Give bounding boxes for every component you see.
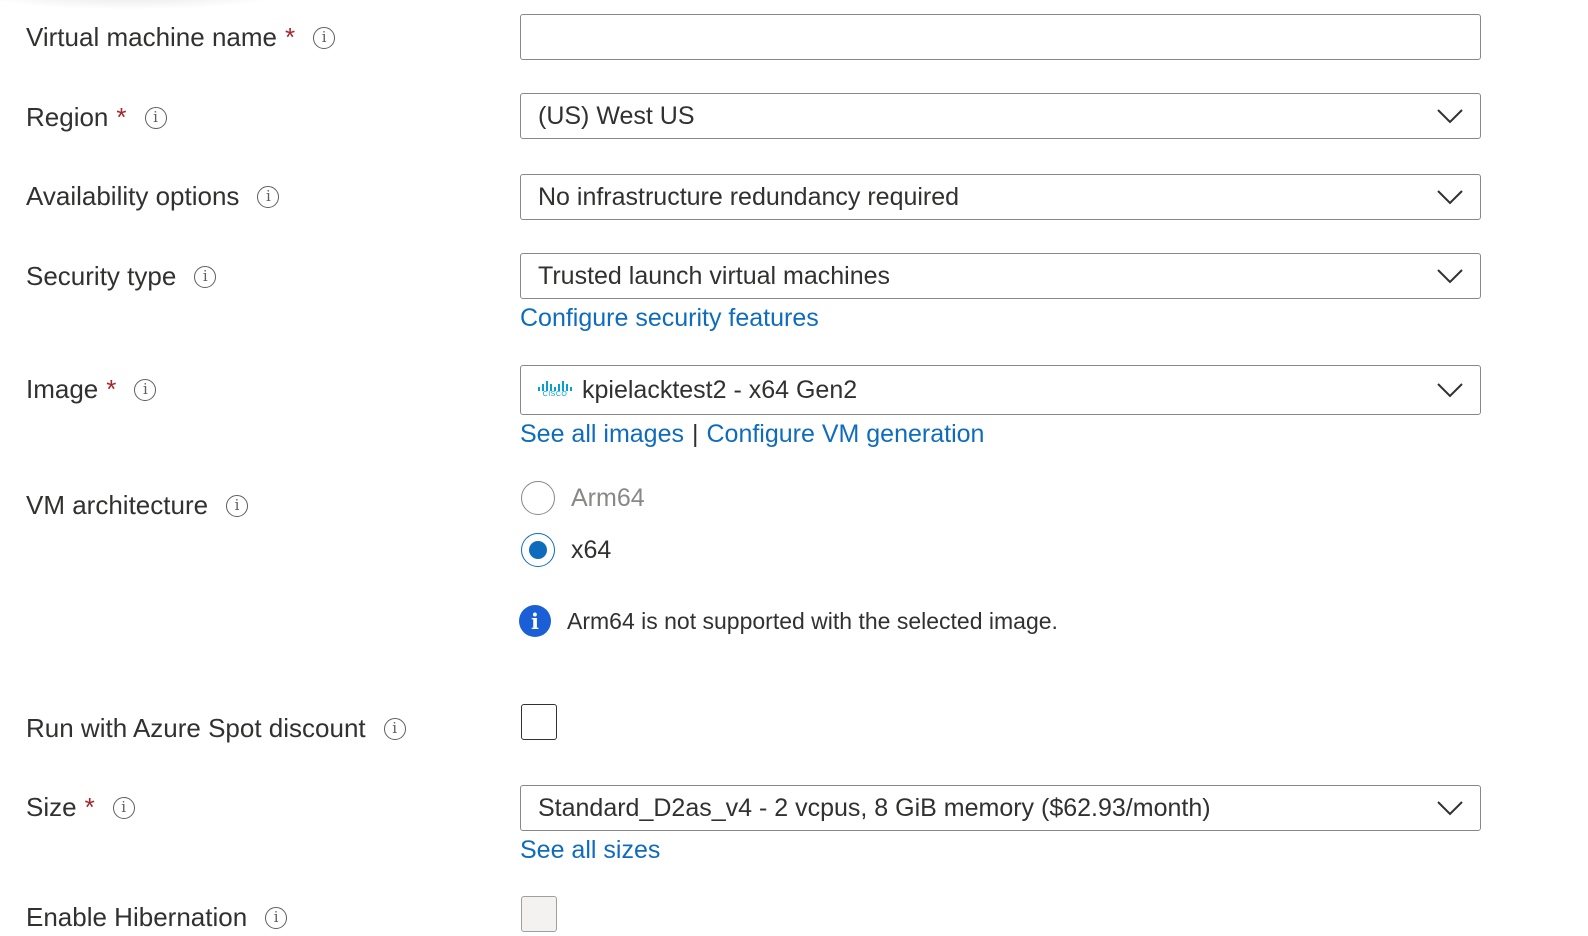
link-separator: | <box>691 420 699 448</box>
configure-security-features-link[interactable]: Configure security features <box>520 304 819 332</box>
security-type-selected-value: Trusted launch virtual machines <box>538 261 891 290</box>
size-label: Size * i <box>26 792 135 823</box>
required-mark: * <box>84 792 95 822</box>
region-label: Region * i <box>26 102 167 133</box>
chevron-down-icon <box>1437 269 1463 284</box>
info-icon[interactable]: i <box>313 26 336 49</box>
see-all-images-link[interactable]: See all images <box>520 420 684 448</box>
arm64-notice-text: Arm64 is not supported with the selected… <box>567 607 1058 634</box>
chevron-down-icon <box>1437 109 1463 124</box>
info-icon[interactable]: i <box>265 906 288 929</box>
radio-circle[interactable] <box>521 481 555 515</box>
top-shadow <box>0 0 300 10</box>
hibernation-checkbox[interactable] <box>521 896 557 932</box>
spot-discount-checkbox[interactable] <box>521 704 557 740</box>
required-mark: * <box>285 22 296 52</box>
availability-label: Availability options i <box>26 181 280 212</box>
security-type-dropdown[interactable]: Trusted launch virtual machines <box>520 253 1481 299</box>
vm-architecture-label-text: VM architecture <box>26 490 209 520</box>
radio-x64[interactable]: x64 <box>521 533 611 567</box>
security-type-label-text: Security type <box>26 261 177 291</box>
spot-label: Run with Azure Spot discount i <box>26 713 406 744</box>
info-icon[interactable]: i <box>383 717 406 740</box>
cisco-logo-icon: CISCO <box>538 381 572 399</box>
image-dropdown[interactable]: CISCO kpielacktest2 - x64 Gen2 <box>520 365 1481 415</box>
see-all-sizes-link[interactable]: See all sizes <box>520 836 660 864</box>
radio-arm64-label: Arm64 <box>571 483 645 512</box>
hibernation-label-text: Enable Hibernation <box>26 902 248 932</box>
chevron-down-icon <box>1437 190 1463 205</box>
vm-name-label-text: Virtual machine name <box>26 22 277 52</box>
info-icon[interactable]: i <box>144 106 167 129</box>
image-label-text: Image <box>26 374 99 404</box>
vm-name-input-box[interactable] <box>520 14 1481 60</box>
radio-circle[interactable] <box>521 533 555 567</box>
availability-dropdown[interactable]: No infrastructure redundancy required <box>520 174 1481 220</box>
availability-selected-value: No infrastructure redundancy required <box>538 182 960 211</box>
spot-label-text: Run with Azure Spot discount <box>26 713 366 743</box>
chevron-down-icon <box>1437 383 1463 398</box>
required-mark: * <box>106 374 117 404</box>
chevron-down-icon <box>1437 801 1463 816</box>
vm-name-label: Virtual machine name * i <box>26 22 336 53</box>
size-link-row: See all sizes <box>520 836 660 865</box>
size-selected-value: Standard_D2as_v4 - 2 vcpus, 8 GiB memory… <box>538 793 1211 822</box>
region-label-text: Region <box>26 102 109 132</box>
radio-x64-label: x64 <box>571 535 612 564</box>
availability-label-text: Availability options <box>26 181 240 211</box>
info-icon[interactable]: i <box>112 796 135 819</box>
info-filled-icon: i <box>519 605 551 637</box>
size-dropdown[interactable]: Standard_D2as_v4 - 2 vcpus, 8 GiB memory… <box>520 785 1481 831</box>
required-mark: * <box>116 102 127 132</box>
vm-architecture-label: VM architecture i <box>26 490 249 521</box>
vm-name-input[interactable] <box>538 14 1480 60</box>
image-label: Image * i <box>26 374 157 405</box>
hibernation-label: Enable Hibernation i <box>26 902 288 933</box>
configure-vm-generation-link[interactable]: Configure VM generation <box>706 420 984 448</box>
info-icon[interactable]: i <box>134 378 157 401</box>
image-links-row: See all images | Configure VM generation <box>520 420 984 449</box>
region-dropdown[interactable]: (US) West US <box>520 93 1481 139</box>
configure-security-link-row: Configure security features <box>520 304 819 333</box>
info-icon[interactable]: i <box>194 265 217 288</box>
info-icon[interactable]: i <box>226 494 249 517</box>
arm64-notice: i Arm64 is not supported with the select… <box>519 605 1058 637</box>
cisco-logo-text: CISCO <box>542 391 568 398</box>
size-label-text: Size <box>26 792 77 822</box>
security-type-label: Security type i <box>26 261 217 292</box>
radio-arm64[interactable]: Arm64 <box>521 481 645 515</box>
image-selected-value: kpielacktest2 - x64 Gen2 <box>582 375 858 404</box>
info-icon[interactable]: i <box>257 185 280 208</box>
region-selected-value: (US) West US <box>538 101 695 130</box>
